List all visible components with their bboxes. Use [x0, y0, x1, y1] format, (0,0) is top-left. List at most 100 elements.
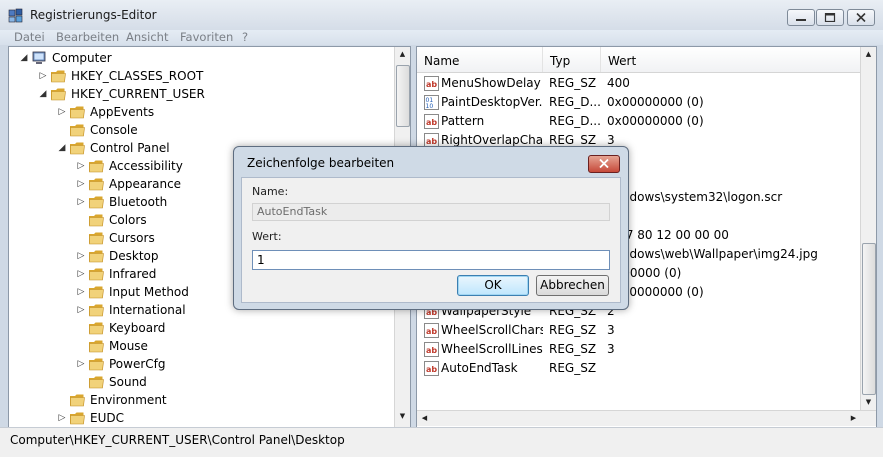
menu-datei[interactable]: Datei [14, 30, 45, 44]
value-type: REG_D... [549, 95, 601, 109]
expand-arrow-icon[interactable]: ▷ [76, 355, 86, 373]
tree-item-appevents[interactable]: ▷ AppEvents [9, 103, 393, 121]
column-header-type[interactable]: Typ [543, 47, 601, 72]
svg-text:ab: ab [426, 346, 437, 355]
list-vertical-scrollbar[interactable]: ▲ ▼ [860, 47, 876, 410]
expand-arrow-icon[interactable]: ▷ [76, 247, 86, 265]
expand-arrow-icon[interactable]: ▷ [76, 193, 86, 211]
list-item[interactable]: ab MenuShowDelay REG_SZ 400 [417, 74, 860, 93]
folder-icon [88, 212, 104, 228]
tree-item-label: Input Method [109, 285, 189, 299]
value-label: Wert: [252, 230, 282, 243]
tree-item-console[interactable]: Console [9, 121, 393, 139]
tree-item-keyboard[interactable]: Keyboard [9, 319, 393, 337]
value-data: 0000000 (0) [607, 266, 682, 280]
tree-item-label: PowerCfg [109, 357, 166, 371]
tree-item-environment[interactable]: Environment [9, 391, 393, 409]
tree-item-hkey-classes-root[interactable]: ▷ HKEY_CLASSES_ROOT [9, 67, 393, 85]
menu-favoriten[interactable]: Favoriten [180, 30, 233, 44]
close-button[interactable] [847, 9, 875, 26]
value-data: 3 [607, 342, 615, 356]
tree-item-label: International [109, 303, 186, 317]
value-type: REG_SZ [549, 76, 597, 90]
expand-arrow-icon[interactable]: ▷ [76, 157, 86, 175]
expand-arrow-icon[interactable]: ▷ [76, 283, 86, 301]
status-path: Computer\HKEY_CURRENT_USER\Control Panel… [10, 433, 345, 447]
list-item[interactable]: ab WheelScrollChars REG_SZ 3 [417, 321, 860, 340]
expand-arrow-icon[interactable]: ▷ [76, 301, 86, 319]
tree-item-label: Infrared [109, 267, 157, 281]
maximize-button[interactable] [816, 9, 844, 26]
value-data: Windows\system32\logon.scr [607, 190, 783, 204]
list-item[interactable]: ab AutoEndTask REG_SZ [417, 359, 860, 378]
name-label: Name: [252, 185, 289, 198]
folder-icon [88, 176, 104, 192]
tree-item-label: AppEvents [90, 105, 155, 119]
computer-icon [31, 50, 47, 66]
value-data: 0x00000000 (0) [607, 95, 704, 109]
collapse-arrow-icon[interactable]: ◢ [57, 139, 67, 157]
scroll-thumb[interactable] [396, 65, 410, 127]
expand-arrow-icon[interactable]: ▷ [57, 409, 67, 427]
menu-ansicht[interactable]: Ansicht [126, 30, 168, 44]
list-item[interactable]: ab WheelScrollLines REG_SZ 3 [417, 340, 860, 359]
status-bar: Computer\HKEY_CURRENT_USER\Control Panel… [0, 427, 883, 457]
folder-icon [69, 122, 85, 138]
menu-bearbeiten[interactable]: Bearbeiten [56, 30, 119, 44]
ok-button[interactable]: OK [457, 275, 529, 296]
tree-item-sound[interactable]: Sound [9, 373, 393, 391]
scroll-left-icon[interactable]: ◀ [417, 411, 432, 426]
value-type: REG_D... [549, 114, 601, 128]
list-item[interactable]: 01 10 PaintDesktopVer... REG_D... 0x00000000… [417, 93, 860, 112]
tree-item-label: HKEY_CURRENT_USER [71, 87, 205, 101]
collapse-arrow-icon[interactable]: ◢ [38, 85, 48, 103]
scroll-up-icon[interactable]: ▲ [395, 47, 410, 62]
minimize-icon [796, 19, 806, 21]
tree-item-label: Control Panel [90, 141, 170, 155]
column-header-name[interactable]: Name [417, 47, 543, 72]
expand-arrow-icon[interactable]: ▷ [76, 265, 86, 283]
value-name: MenuShowDelay [441, 76, 541, 90]
list-item[interactable]: ab Pattern REG_D... 0x00000000 (0) [417, 112, 860, 131]
tree-item-computer[interactable]: ◢ Computer [9, 49, 393, 67]
cancel-button[interactable]: Abbrechen [536, 275, 609, 296]
value-name: WheelScrollChars [441, 323, 543, 337]
binary-value-icon: 0110 [424, 95, 439, 110]
maximize-icon [824, 13, 836, 22]
svg-text:ab: ab [426, 365, 437, 374]
value-data: Windows\web\Wallpaper\img24.jpg [607, 247, 818, 261]
tree-item-powercfg[interactable]: ▷ PowerCfg [9, 355, 393, 373]
dialog-close-button[interactable] [588, 155, 620, 173]
list-horizontal-scrollbar[interactable]: ◀ ▶ [417, 410, 876, 426]
collapse-arrow-icon[interactable]: ◢ [19, 49, 29, 67]
folder-icon [88, 374, 104, 390]
folder-icon [88, 194, 104, 210]
scroll-right-icon[interactable]: ▶ [846, 411, 861, 426]
expand-arrow-icon[interactable]: ▷ [76, 175, 86, 193]
scroll-thumb[interactable] [862, 243, 876, 395]
tree-item-label: Desktop [109, 249, 159, 263]
value-name: Pattern [441, 114, 485, 128]
tree-item-eudc[interactable]: ▷ EUDC [9, 409, 393, 427]
folder-icon [88, 338, 104, 354]
tree-item-label: Console [90, 123, 138, 137]
title-bar: Registrierungs-Editor [0, 0, 883, 30]
scroll-down-icon[interactable]: ▼ [861, 395, 876, 410]
scroll-down-icon[interactable]: ▼ [395, 409, 410, 424]
value-data: 3 [607, 133, 615, 147]
value-data: 400 [607, 76, 630, 90]
menu-help[interactable]: ? [242, 30, 248, 44]
minimize-button[interactable] [787, 9, 815, 26]
value-input[interactable]: 1 [252, 250, 610, 270]
expand-arrow-icon[interactable]: ▷ [57, 103, 67, 121]
scroll-up-icon[interactable]: ▲ [861, 47, 876, 62]
column-header-value[interactable]: Wert [601, 47, 860, 72]
svg-text:ab: ab [426, 137, 437, 146]
tree-item-mouse[interactable]: Mouse [9, 337, 393, 355]
string-value-icon: ab [424, 76, 439, 91]
string-value-icon: ab [424, 361, 439, 376]
close-icon [856, 13, 866, 22]
tree-item-label: Colors [109, 213, 147, 227]
tree-item-hkey-current-user[interactable]: ◢ HKEY_CURRENT_USER [9, 85, 393, 103]
expand-arrow-icon[interactable]: ▷ [38, 67, 48, 85]
